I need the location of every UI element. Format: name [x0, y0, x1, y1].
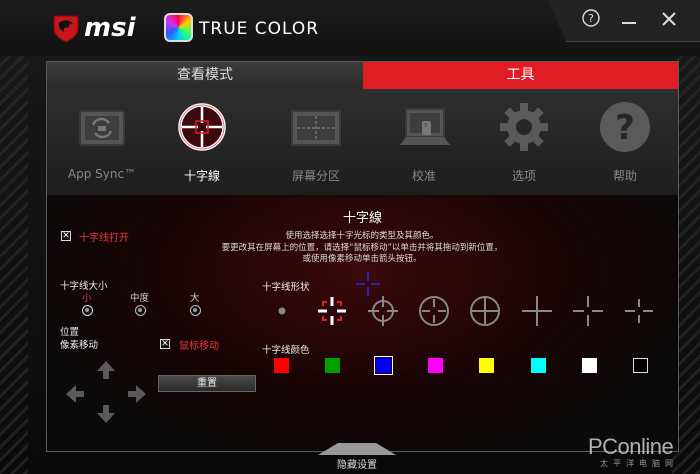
svg-text:?: ? [588, 12, 594, 25]
msi-logo-text: msi [84, 13, 136, 43]
description-line: 使用选择选择十字光标的类型及其颜色。 [285, 231, 439, 241]
msi-dragon-icon [53, 15, 79, 43]
tool-label-crosshair: 十字線 [183, 169, 220, 183]
color-swatch-yellow[interactable] [479, 358, 494, 373]
tool-label-screen-split: 屏幕分区 [291, 169, 340, 183]
gear-icon [500, 103, 548, 151]
size-small-radio[interactable] [82, 305, 93, 316]
true-color-icon [164, 13, 193, 42]
watermark-logo: PConline [588, 434, 674, 459]
calibration-icon [400, 108, 450, 145]
crosshair-icon [178, 103, 226, 151]
arrow-left-button[interactable] [64, 383, 86, 405]
tool-calibration[interactable]: 校准 [374, 89, 474, 195]
tool-help[interactable]: ? 帮助 [575, 89, 675, 195]
shape-circle-plus-icon[interactable] [469, 295, 501, 327]
size-large-label: 大 [190, 293, 200, 304]
tool-label-options: 选项 [511, 169, 536, 183]
tool-options[interactable]: 选项 [474, 89, 574, 195]
main-panel: 查看模式 工具 App Sync™ 十字線 屏幕分区 校准 选项 ? 帮助 十字… [46, 61, 679, 452]
color-swatch-black[interactable] [633, 358, 648, 373]
minimize-button[interactable] [618, 8, 640, 30]
watermark-subtitle: 太平洋电脑网 [600, 459, 678, 468]
size-small-label: 小 [82, 293, 92, 304]
color-swatch-green[interactable] [325, 358, 340, 373]
help-circle-icon[interactable]: ? [580, 7, 602, 29]
product-name: TRUE COLOR [199, 19, 320, 39]
description-line: 或使用像素移动单击箭头按钮。 [302, 254, 422, 264]
crosshair-settings: 十字線 使用选择选择十字光标的类型及其颜色。 要更改其在屏幕上的位置，请选择“鼠… [47, 195, 678, 451]
color-swatch-cyan[interactable] [531, 358, 546, 373]
color-swatch-white[interactable] [582, 358, 597, 373]
shape-scope-cross-icon[interactable] [367, 295, 399, 327]
shape-bracket-cross-icon[interactable] [316, 295, 348, 327]
tool-label-help: 帮助 [612, 169, 637, 183]
color-swatch-red[interactable] [274, 358, 289, 373]
pixel-move-label: 像素移动 [60, 340, 99, 351]
color-swatch-blue[interactable] [374, 356, 393, 375]
position-label: 位置 [60, 327, 80, 338]
shape-dot-icon[interactable] [266, 295, 298, 327]
crosshair-preview-icon [356, 272, 380, 296]
arrow-down-button[interactable] [95, 403, 117, 425]
svg-text:?: ? [615, 108, 635, 148]
title-bar: msi TRUE COLOR ? [0, 0, 700, 56]
screen-split-icon [291, 110, 341, 146]
size-medium-label: 中度 [130, 293, 150, 304]
mouse-move-label: 鼠标移动 [179, 341, 219, 352]
crosshair-enable-checkbox[interactable]: ✕ [61, 231, 71, 241]
tool-label-app-sync: App Sync™ [67, 167, 137, 181]
mouse-move-checkbox[interactable]: ✕ [160, 339, 170, 349]
close-button[interactable] [658, 8, 680, 30]
tab-tools[interactable]: 工具 [363, 62, 678, 89]
arrow-right-button[interactable] [126, 383, 148, 405]
crosshair-enable-label: 十字线打开 [79, 233, 129, 244]
hide-settings-tab-icon[interactable] [318, 443, 396, 455]
shape-gap-plus-icon[interactable] [572, 295, 604, 327]
tool-label-calibration: 校准 [411, 169, 436, 183]
hide-settings-button[interactable]: 隐藏设置 [314, 456, 400, 471]
description-line: 要更改其在屏幕上的位置，请选择“鼠标移动”以单击并将其拖动到新位置， [221, 242, 503, 253]
shape-circle-cross-icon[interactable] [418, 295, 450, 327]
top-tabs: 查看模式 工具 [47, 62, 678, 89]
arrow-up-button[interactable] [95, 359, 117, 381]
app-window: msi TRUE COLOR ? 查看模式 工具 App Sync™ 十字線 屏… [0, 0, 700, 474]
shape-plus-icon[interactable] [521, 295, 553, 327]
size-large-radio[interactable] [190, 305, 201, 316]
tools-toolbar: App Sync™ 十字線 屏幕分区 校准 选项 ? 帮助 [47, 89, 678, 195]
size-medium-radio[interactable] [135, 305, 146, 316]
app-sync-icon [79, 110, 125, 146]
tool-screen-split[interactable]: 屏幕分区 [266, 89, 366, 195]
decor-stripes-left [0, 0, 28, 474]
tab-view-mode[interactable]: 查看模式 [47, 62, 363, 89]
color-label: 十字线颜色 [262, 345, 310, 356]
tool-crosshair[interactable]: 十字線 [152, 89, 252, 195]
help-icon: ? [600, 102, 650, 152]
shape-gap-plus-small-icon[interactable] [623, 295, 655, 327]
color-swatch-magenta[interactable] [428, 358, 443, 373]
reset-button[interactable]: 重置 [158, 375, 256, 392]
tool-app-sync[interactable]: App Sync™ [52, 89, 152, 195]
shape-label: 十字线形状 [262, 282, 310, 293]
section-title: 十字線 [342, 211, 382, 226]
section-description: 使用选择选择十字光标的类型及其颜色。 要更改其在屏幕上的位置，请选择“鼠标移动”… [187, 231, 537, 266]
